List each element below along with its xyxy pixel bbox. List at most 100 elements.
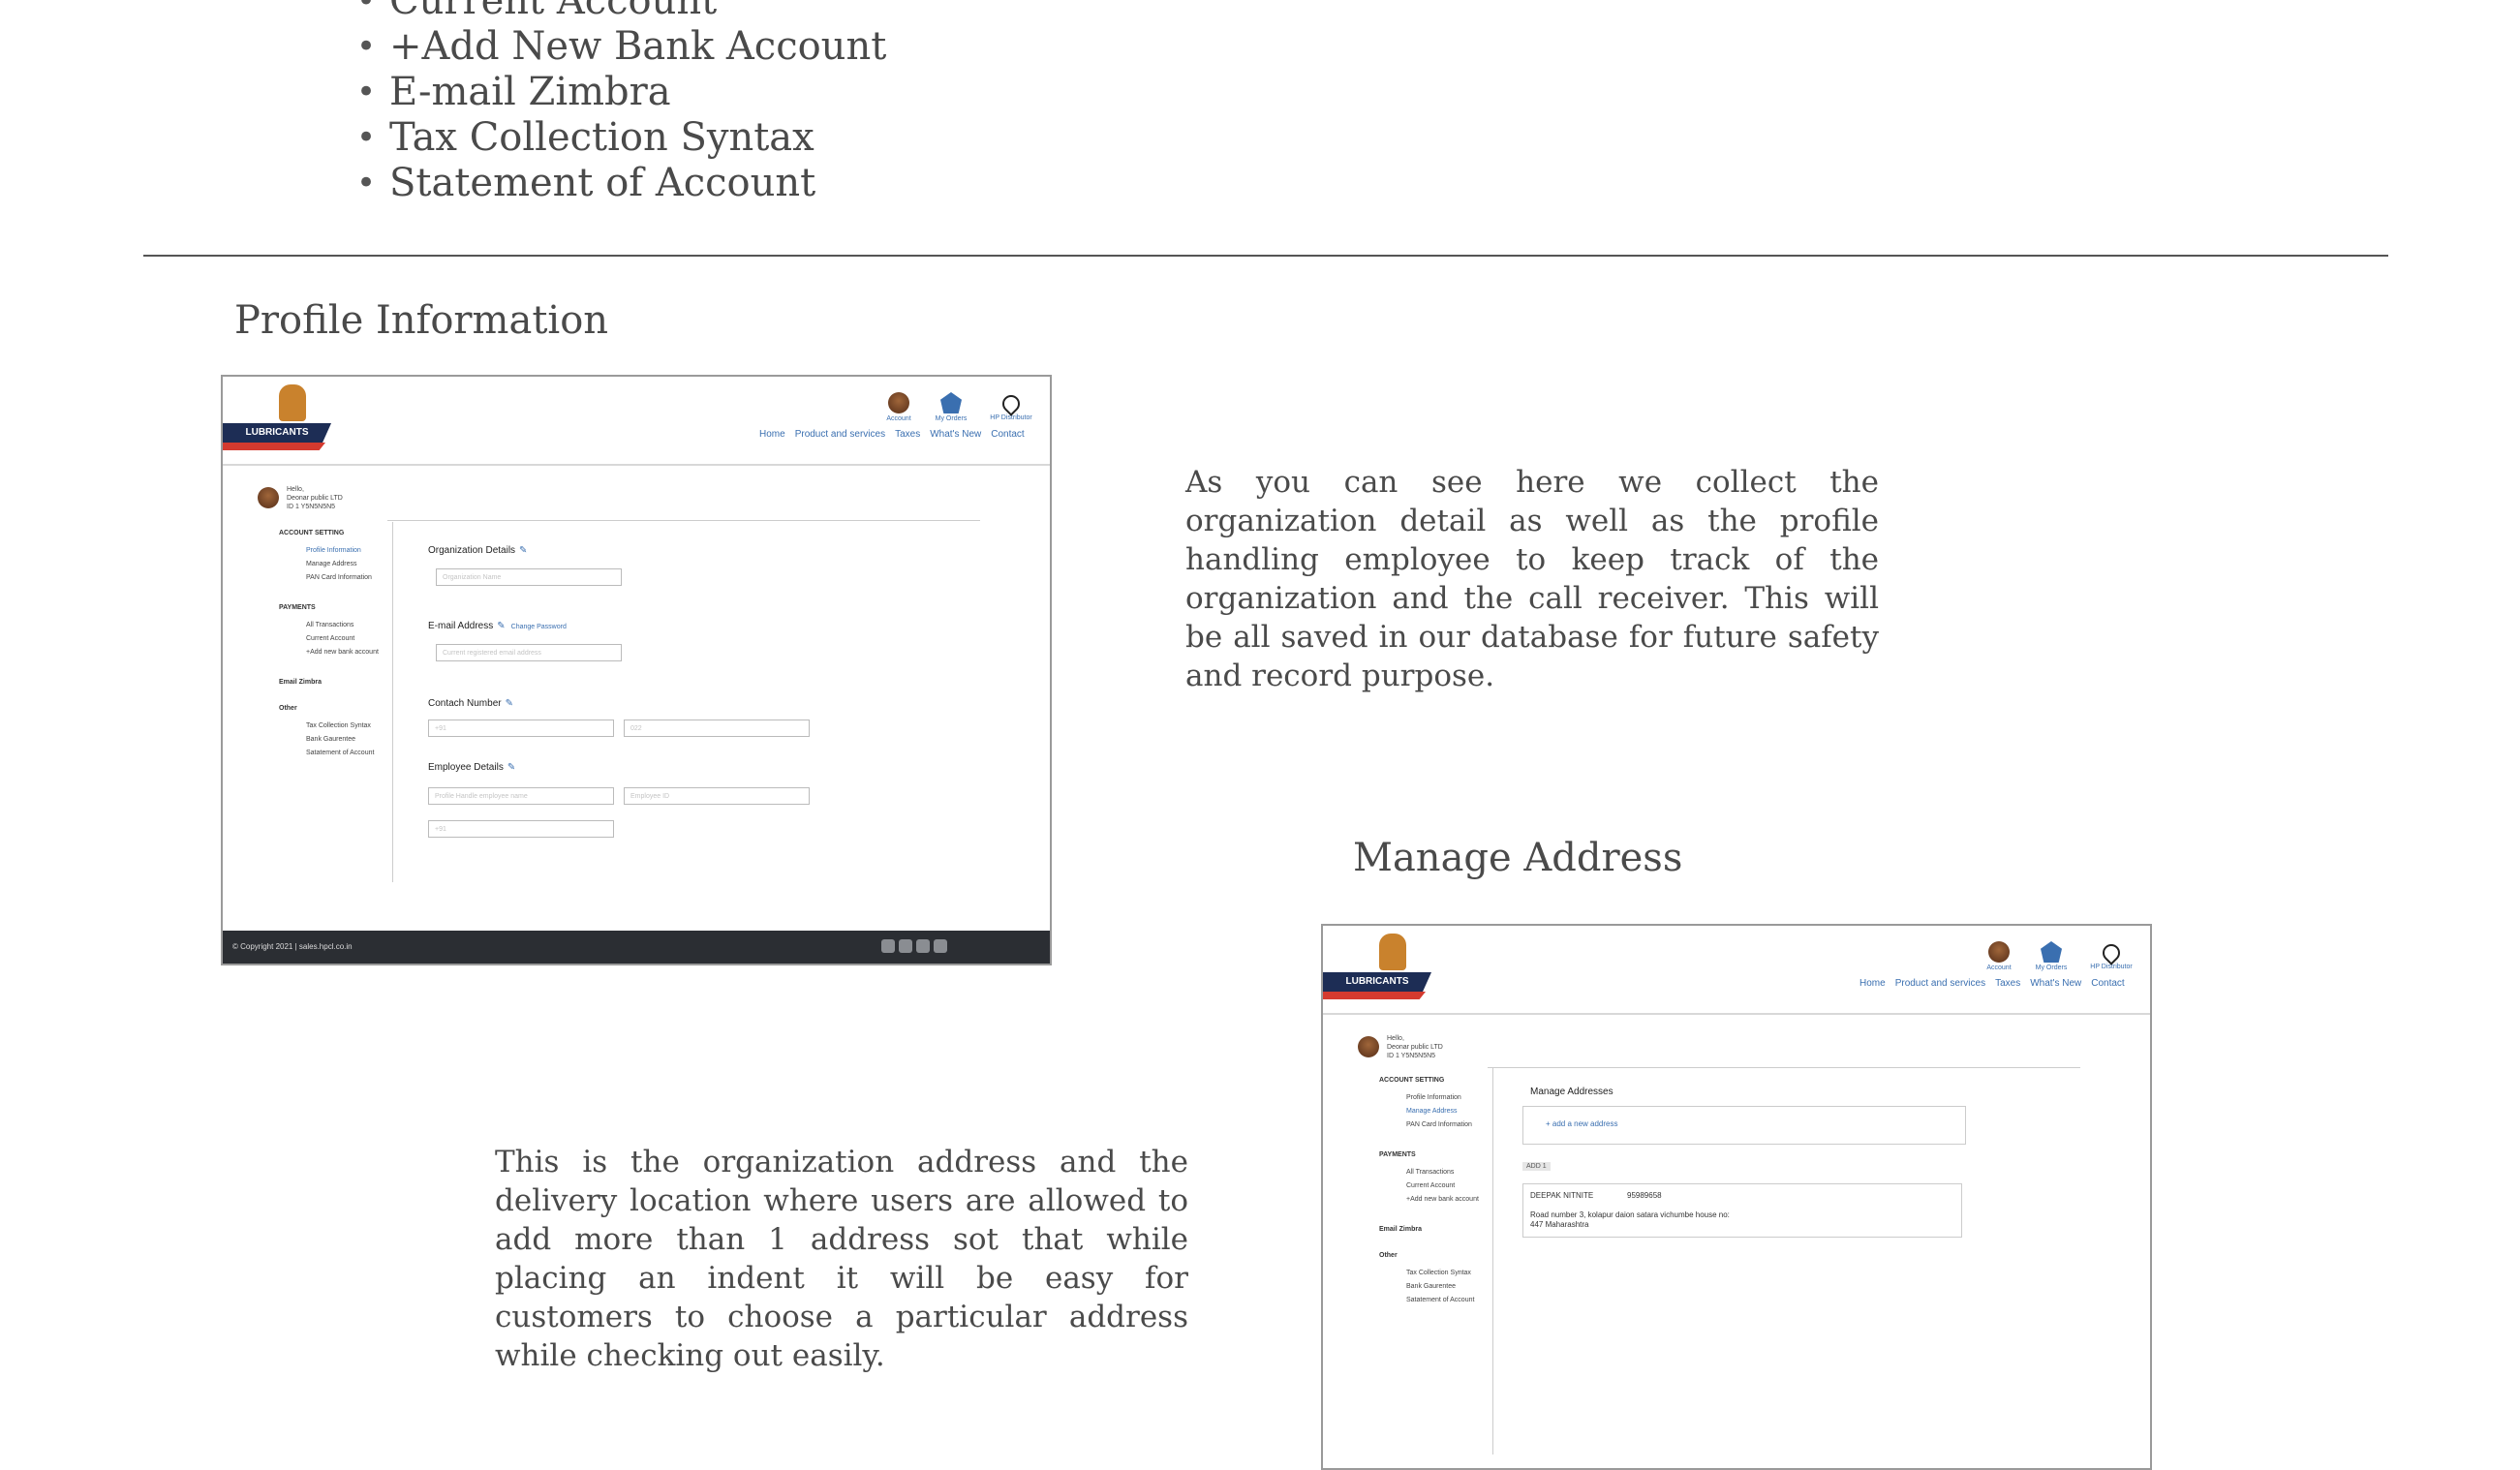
main-nav: Home Product and services Taxes What's New C… [1850,978,2125,989]
facebook-icon[interactable] [916,939,930,953]
sidebar-item-pan[interactable]: PAN Card Information [306,571,395,585]
sidebar-item-tax[interactable]: Tax Collection Syntax [1406,1267,1495,1280]
sidebar-item-guarantee[interactable]: Bank Gaurentee [306,733,395,747]
user-greeting: Hello, Deonar public LTD ID 1 Y5N5N5N5 [1387,1035,1443,1059]
twitter-icon[interactable] [899,939,912,953]
address-line-2: 447 Maharashtra [1530,1220,1589,1229]
profile-section-title: Profile Information [234,298,609,343]
sidebar-heading-account: ACCOUNT SETTING [1379,1077,1445,1084]
contact-input-1[interactable]: +91 [428,720,614,737]
address-description: This is the organization address and the… [495,1145,1188,1373]
sidebar-heading-account: ACCOUNT SETTING [279,530,345,536]
employee-name-input[interactable]: Profile Handle employee name [428,787,614,805]
sidebar-item-tax[interactable]: Tax Collection Syntax [306,720,395,733]
copyright-text: © Copyright 2021 | sales.hpcl.co.in [232,942,353,951]
edit-icon[interactable]: ✎ [519,545,527,556]
address-section-title: Manage Address [1353,836,1683,880]
lubricants-logo: LUBRICANTS [223,384,337,458]
account-sidebar: ACCOUNT SETTING Profile Information Mana… [279,530,395,780]
sidebar-heading-other: Other [1379,1252,1398,1259]
sidebar-item-transactions[interactable]: All Transactions [306,619,395,632]
account-sidebar: ACCOUNT SETTING Profile Information Mana… [1379,1077,1495,1327]
nav-products[interactable]: Product and services [795,429,885,440]
employee-label: Employee Details ✎ [428,762,516,773]
nav-whats-new[interactable]: What's New [930,429,981,440]
site-footer: © Copyright 2021 | sales.hpcl.co.in [223,931,1050,964]
nav-taxes[interactable]: Taxes [895,429,920,440]
lubricants-logo: LUBRICANTS [1323,934,1437,1007]
nav-home[interactable]: Home [1859,978,1886,989]
email-input[interactable]: Current registered email address [436,644,622,661]
list-item: Statement of Account [349,161,886,206]
add-address-button[interactable]: + add a new address [1546,1119,1618,1129]
list-item: +Add New Bank Account [349,24,886,70]
account-icon [888,392,909,413]
sidebar-item-profile[interactable]: Profile Information [1406,1091,1495,1105]
nav-taxes[interactable]: Taxes [1995,978,2020,989]
org-name-input[interactable]: Organization Name [436,568,622,586]
sidebar-item-guarantee[interactable]: Bank Gaurentee [1406,1280,1495,1294]
employee-phone-input[interactable]: +91 [428,820,614,838]
org-details-label: Organization Details ✎ [428,545,528,556]
nav-contact[interactable]: Contact [2091,978,2124,989]
address-tag: ADD 1 [1522,1162,1551,1171]
sidebar-item-pan[interactable]: PAN Card Information [1406,1118,1495,1132]
employee-id-input[interactable]: Employee ID [624,787,810,805]
sidebar-item-email[interactable]: Email Zimbra [279,679,395,686]
sidebar-item-add-bank[interactable]: +Add new bank account [1406,1193,1495,1207]
list-item: E-mail Zimbra [349,70,886,115]
address-phone: 95989658 [1627,1191,1662,1200]
manage-addresses-title: Manage Addresses [1530,1087,1613,1097]
contact-input-2[interactable]: 022 [624,720,810,737]
avatar [258,487,279,508]
sidebar-item-address[interactable]: Manage Address [306,558,395,571]
edit-icon[interactable]: ✎ [506,698,513,709]
edit-icon[interactable]: ✎ [507,762,515,773]
sidebar-item-current-account[interactable]: Current Account [1406,1179,1495,1193]
list-item: Tax Collection Syntax [349,115,886,161]
sidebar-heading-payments: PAYMENTS [1379,1151,1416,1158]
orders-icon [2041,941,2062,963]
youtube-icon[interactable] [934,939,947,953]
nav-whats-new[interactable]: What's New [2030,978,2081,989]
sidebar-item-email[interactable]: Email Zimbra [1379,1226,1495,1233]
location-pin-icon [999,391,1024,416]
nav-contact[interactable]: Contact [991,429,1024,440]
orders-nav[interactable]: My Orders [2030,941,2073,971]
instagram-icon[interactable] [881,939,895,953]
account-nav[interactable]: Account [1978,941,2020,971]
section-divider [143,255,2388,257]
sidebar-item-add-bank[interactable]: +Add new bank account [306,646,395,659]
sidebar-item-profile[interactable]: Profile Information [306,544,395,558]
sidebar-heading-payments: PAYMENTS [279,604,316,611]
user-greeting: Hello, Deonar public LTD ID 1 Y5N5N5N5 [287,486,343,510]
feature-list: Current Account +Add New Bank Account E-… [349,0,886,206]
account-nav[interactable]: Account [877,392,920,422]
account-icon [1988,941,2010,963]
contact-label: Contach Number ✎ [428,698,513,709]
change-password-link[interactable]: Change Password [511,624,567,630]
distributor-nav[interactable]: HP Distributor [2090,940,2133,970]
edit-icon[interactable]: ✎ [497,621,505,631]
sidebar-item-current-account[interactable]: Current Account [306,632,395,646]
profile-screenshot: LUBRICANTS Account My Orders HP Distribu… [221,375,1052,965]
sidebar-item-address[interactable]: Manage Address [1406,1105,1495,1118]
location-pin-icon [2099,940,2124,965]
address-line-1: Road number 3, kolapur daion satara vich… [1530,1210,1730,1219]
orders-nav[interactable]: My Orders [930,392,972,422]
profile-description: As you can see here we collect the organ… [1185,465,1879,693]
address-screenshot: LUBRICANTS Account My Orders HP Distribu… [1321,924,2152,1470]
nav-products[interactable]: Product and services [1895,978,1985,989]
nav-home[interactable]: Home [759,429,785,440]
sidebar-heading-other: Other [279,705,297,712]
orders-icon [940,392,962,413]
site-header: LUBRICANTS Account My Orders HP Distribu… [223,377,1050,466]
address-name: DEEPAK NITNITE [1530,1191,1594,1200]
email-label: E-mail Address ✎ Change Password [428,621,567,631]
avatar [1358,1036,1379,1057]
sidebar-item-transactions[interactable]: All Transactions [1406,1166,1495,1179]
main-nav: Home Product and services Taxes What's New C… [750,429,1025,440]
distributor-nav[interactable]: HP Distributor [990,391,1032,421]
sidebar-item-statement[interactable]: Satatement of Account [306,747,395,760]
sidebar-item-statement[interactable]: Satatement of Account [1406,1294,1495,1307]
